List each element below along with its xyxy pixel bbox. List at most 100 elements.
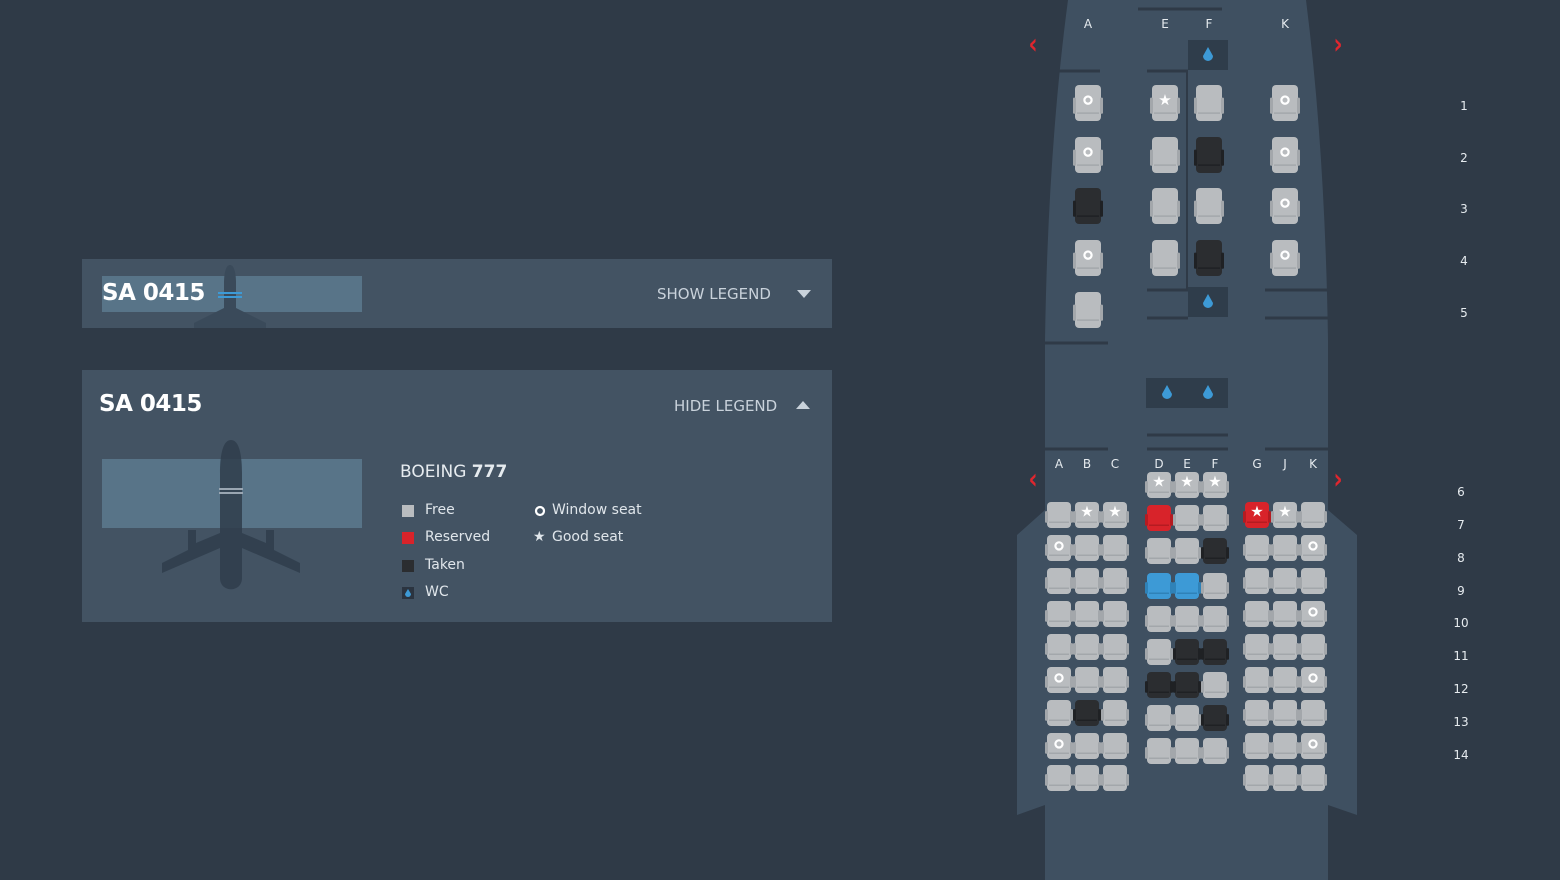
seat-L2C-free[interactable] (1101, 535, 1129, 565)
seat-R7J-free[interactable] (1271, 700, 1299, 730)
seat-6F-free[interactable]: ★ (1201, 472, 1229, 502)
seat-L8B-free[interactable] (1073, 733, 1101, 763)
seat-R7K-free[interactable] (1299, 700, 1327, 730)
seat-R2J-free[interactable] (1271, 535, 1299, 565)
seat-R8G-free[interactable] (1243, 733, 1271, 763)
seat-4K-free[interactable] (1270, 240, 1300, 280)
row-label: 13 (1453, 715, 1469, 729)
chevron-right-icon[interactable]: › (1333, 464, 1342, 497)
seat-9E-selected[interactable] (1173, 573, 1201, 603)
seat-9F-free[interactable] (1201, 573, 1229, 603)
seat-6D-free[interactable]: ★ (1145, 472, 1173, 502)
seat-7D-reserved[interactable] (1145, 505, 1173, 535)
seat-R2G-free[interactable] (1243, 535, 1271, 565)
seat-L4A-free[interactable] (1045, 601, 1073, 631)
seat-R3J-free[interactable] (1271, 568, 1299, 598)
seat-R5J-free[interactable] (1271, 634, 1299, 664)
seat-L3C-free[interactable] (1101, 568, 1129, 598)
seat-L5A-free[interactable] (1045, 634, 1073, 664)
seat-L9B-free[interactable] (1073, 765, 1101, 795)
seat-L6B-free[interactable] (1073, 667, 1101, 697)
seat-7E-free[interactable] (1173, 505, 1201, 535)
seat-14E-free[interactable] (1173, 738, 1201, 768)
seat-7F-free[interactable] (1201, 505, 1229, 535)
seat-L3B-free[interactable] (1073, 568, 1101, 598)
seat-L9C-free[interactable] (1101, 765, 1129, 795)
seat-L1A-free[interactable] (1045, 502, 1073, 532)
seat-2A-free[interactable] (1073, 137, 1103, 177)
row-label: 10 (1453, 616, 1469, 630)
seat-L5B-free[interactable] (1073, 634, 1101, 664)
seat-R3K-free[interactable] (1299, 568, 1327, 598)
row-label: 14 (1453, 748, 1469, 762)
seat-map: AEFK12345 ★ A B C D E F G J K 6 7 8 9 10… (0, 0, 1560, 880)
seat-3F-free[interactable] (1194, 188, 1224, 228)
seat-R7G-free[interactable] (1243, 700, 1271, 730)
seat-L5C-free[interactable] (1101, 634, 1129, 664)
seat-L6C-free[interactable] (1101, 667, 1129, 697)
chevron-right-icon[interactable]: › (1333, 29, 1342, 62)
seat-R8J-free[interactable] (1271, 733, 1299, 763)
seat-R3G-free[interactable] (1243, 568, 1271, 598)
seat-L8A-free[interactable] (1045, 733, 1073, 763)
seat-R1K-free[interactable] (1299, 502, 1327, 532)
seat-L4B-free[interactable] (1073, 601, 1101, 631)
seat-12D-taken (1145, 672, 1173, 702)
seat-R9G-free[interactable] (1243, 765, 1271, 795)
seat-3K-free[interactable] (1270, 188, 1300, 228)
seat-R4G-free[interactable] (1243, 601, 1271, 631)
good-seat-star-icon: ★ (1278, 502, 1291, 520)
seat-L2A-free[interactable] (1045, 535, 1073, 565)
seat-13D-free[interactable] (1145, 705, 1173, 735)
seat-10E-free[interactable] (1173, 606, 1201, 636)
seat-12F-free[interactable] (1201, 672, 1229, 702)
seat-11D-free[interactable] (1145, 639, 1173, 669)
seat-L1B-free[interactable]: ★ (1073, 502, 1101, 532)
seat-R4J-free[interactable] (1271, 601, 1299, 631)
seat-10F-free[interactable] (1201, 606, 1229, 636)
seat-2K-free[interactable] (1270, 137, 1300, 177)
seat-14D-free[interactable] (1145, 738, 1173, 768)
seat-R5G-free[interactable] (1243, 634, 1271, 664)
seat-1E-free[interactable]: ★ (1150, 85, 1180, 125)
seat-10D-free[interactable] (1145, 606, 1173, 636)
seat-L1C-free[interactable]: ★ (1101, 502, 1129, 532)
seat-R2K-free[interactable] (1299, 535, 1327, 565)
seat-L2B-free[interactable] (1073, 535, 1101, 565)
seat-L7A-free[interactable] (1045, 700, 1073, 730)
seat-13E-free[interactable] (1173, 705, 1201, 735)
seat-4A-free[interactable] (1073, 240, 1103, 280)
seat-5A-free[interactable] (1073, 292, 1103, 332)
seat-R5K-free[interactable] (1299, 634, 1327, 664)
seat-R8K-free[interactable] (1299, 733, 1327, 763)
seat-14F-free[interactable] (1201, 738, 1229, 768)
seat-L7C-free[interactable] (1101, 700, 1129, 730)
seat-R4K-free[interactable] (1299, 601, 1327, 631)
seat-6E-free[interactable]: ★ (1173, 472, 1201, 502)
seat-4E-free[interactable] (1150, 240, 1180, 280)
seat-8E-free[interactable] (1173, 538, 1201, 568)
seat-L4C-free[interactable] (1101, 601, 1129, 631)
seat-L9A-free[interactable] (1045, 765, 1073, 795)
seat-8D-free[interactable] (1145, 538, 1173, 568)
column-label: F (1205, 17, 1213, 31)
seat-R6K-free[interactable] (1299, 667, 1327, 697)
chevron-left-icon[interactable]: ‹ (1028, 29, 1037, 62)
seat-R9K-free[interactable] (1299, 765, 1327, 795)
seat-R9J-free[interactable] (1271, 765, 1299, 795)
seat-3E-free[interactable] (1150, 188, 1180, 228)
seat-1K-free[interactable] (1270, 85, 1300, 125)
seat-R1G-reserved[interactable]: ★ (1243, 502, 1271, 532)
seat-9D-selected[interactable] (1145, 573, 1173, 603)
row-label: 8 (1457, 551, 1465, 565)
seat-1F-free[interactable] (1194, 85, 1224, 125)
seat-L6A-free[interactable] (1045, 667, 1073, 697)
chevron-left-icon[interactable]: ‹ (1028, 464, 1037, 497)
seat-L8C-free[interactable] (1101, 733, 1129, 763)
seat-R6J-free[interactable] (1271, 667, 1299, 697)
seat-1A-free[interactable] (1073, 85, 1103, 125)
seat-R6G-free[interactable] (1243, 667, 1271, 697)
seat-L3A-free[interactable] (1045, 568, 1073, 598)
seat-R1J-free[interactable]: ★ (1271, 502, 1299, 532)
seat-2E-free[interactable] (1150, 137, 1180, 177)
